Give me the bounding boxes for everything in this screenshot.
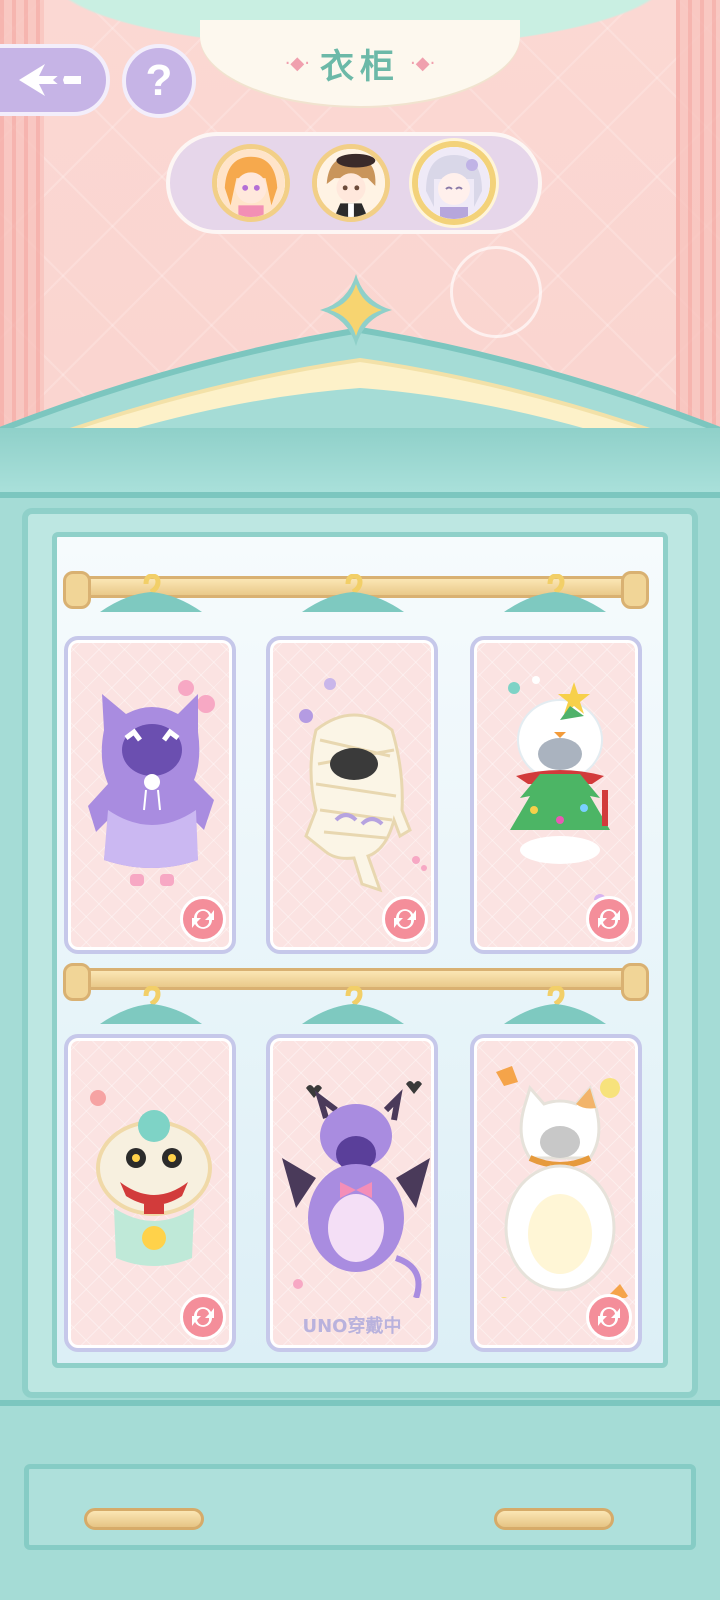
swap-icon[interactable] [586,896,632,942]
hanger-icon [100,574,202,612]
back-arrow-icon [19,64,81,96]
orange-hair-girl-portrait [217,149,285,217]
hanger-icon [504,986,606,1024]
back-button[interactable] [0,44,110,116]
lion-dance-costume-image [90,1090,212,1266]
swap-icon[interactable] [180,1294,226,1340]
star-gem-icon [320,274,392,346]
hanger-icon [302,986,404,1024]
character-avatar-silver-hair-character[interactable] [412,141,496,225]
costume-card-calico-cat[interactable] [470,1034,642,1352]
purple-devil-suit-image [282,1081,430,1298]
character-avatar-orange-hair-girl[interactable] [212,144,290,222]
silver-hair-character-portrait [418,147,490,219]
title-left-ornament: ·◆· [284,52,310,74]
costume-card-lion-dance[interactable] [64,1034,236,1352]
question-mark-icon: ? [145,56,173,105]
swap-icon[interactable] [180,896,226,942]
character-avatar-brown-hair-boy[interactable] [312,144,390,222]
mummy-costume-image [299,678,427,893]
title-right-ornament: ·◆· [410,52,436,74]
drawer-handle-right [494,1508,614,1530]
costume-card-purple-cat-hoodie[interactable] [64,636,236,954]
hanger-icon [302,574,404,612]
hanger-icon [100,986,202,1024]
drawer-handle-left [84,1508,204,1530]
costume-card-snowman-tree[interactable] [470,636,642,954]
title-banner: ·◆· 衣柜 ·◆· [200,20,520,106]
snowman-christmas-tree-image [508,676,610,900]
purple-cat-hoodie-image [88,680,215,886]
swap-icon[interactable] [586,1294,632,1340]
calico-cat-suit-image [496,1066,628,1298]
swap-icon[interactable] [382,896,428,942]
costume-card-purple-devil[interactable]: UNO穿戴中 [266,1034,438,1352]
wearing-status-label: UNO穿戴中 [302,1316,402,1337]
page-title: 衣柜 [320,46,400,87]
help-button[interactable]: ? [122,44,196,118]
costume-card-mummy[interactable] [266,636,438,954]
wardrobe-cornice [0,428,720,498]
brown-hair-boy-portrait [317,149,385,217]
hanger-icon [504,574,606,612]
character-selector [166,132,542,234]
wardrobe-drawer [24,1464,696,1550]
